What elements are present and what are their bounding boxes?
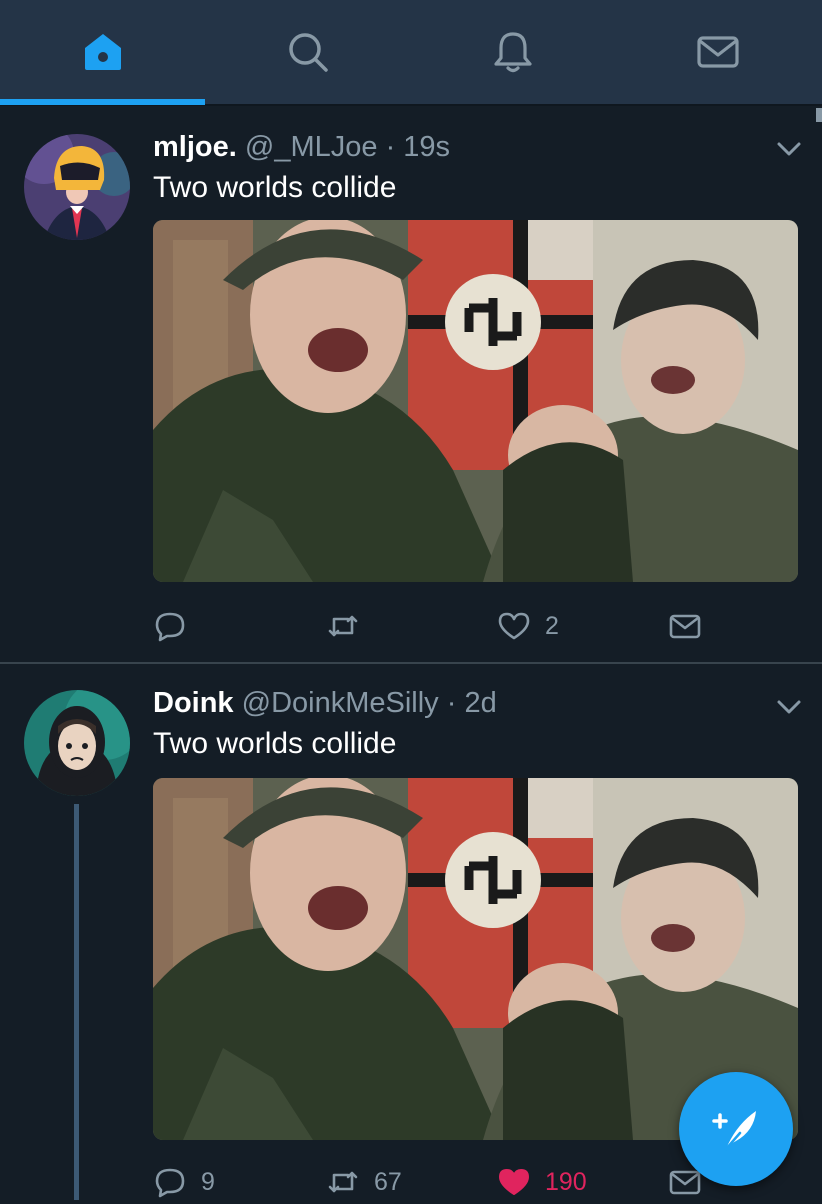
compose-tweet-icon — [712, 1111, 756, 1151]
mail-icon — [696, 36, 739, 68]
reply-icon — [155, 612, 185, 642]
home-icon — [84, 34, 121, 70]
like-count: 190 — [545, 1167, 587, 1196]
tweet-text: Two worlds collide — [153, 727, 397, 760]
top-nav-bar — [0, 0, 822, 106]
tab-home[interactable] — [0, 0, 205, 104]
separator: · — [446, 687, 457, 719]
timestamp[interactable]: 2d — [464, 687, 496, 719]
reply-icon — [155, 1168, 185, 1198]
bell-icon — [493, 32, 532, 73]
timestamp[interactable]: 19s — [403, 131, 450, 163]
heart-icon — [498, 612, 530, 640]
display-name[interactable]: mljoe. — [153, 131, 237, 163]
retweet-button[interactable]: 67 — [326, 1160, 402, 1204]
reply-button[interactable]: 9 — [153, 1160, 215, 1204]
retweet-count: 67 — [374, 1167, 402, 1196]
tweet-header: mljoe. @_MLJoe · 19s — [153, 130, 450, 164]
tweet-photo[interactable] — [153, 220, 798, 582]
tweet-header: Doink @DoinkMeSilly · 2d — [153, 686, 497, 720]
like-count: 2 — [545, 611, 559, 640]
mail-icon — [669, 614, 701, 639]
handle[interactable]: @DoinkMeSilly — [242, 687, 439, 719]
direct-message-button[interactable] — [668, 604, 702, 648]
search-icon — [288, 33, 328, 72]
tab-notifications[interactable] — [410, 0, 615, 104]
compose-tweet-button[interactable] — [679, 1072, 793, 1186]
retweet-icon — [328, 1171, 358, 1193]
chevron-down-icon[interactable] — [776, 698, 802, 716]
heart-icon — [499, 1169, 529, 1195]
like-button[interactable]: 2 — [497, 604, 559, 648]
reply-button[interactable] — [153, 604, 201, 648]
separator: · — [385, 131, 396, 163]
handle[interactable]: @_MLJoe — [245, 131, 378, 163]
active-tab-indicator — [0, 99, 205, 105]
tweet-text: Two worlds collide — [153, 171, 397, 204]
like-button[interactable]: 190 — [497, 1160, 587, 1204]
retweet-button[interactable] — [326, 604, 374, 648]
tab-search[interactable] — [205, 0, 410, 104]
avatar[interactable] — [24, 690, 130, 796]
avatar[interactable] — [24, 134, 130, 240]
retweet-icon — [328, 615, 358, 637]
reply-count: 9 — [201, 1167, 215, 1196]
tab-messages[interactable] — [615, 0, 820, 104]
chevron-down-icon[interactable] — [776, 140, 802, 158]
tweet-actions: 9 67 190 — [153, 1160, 753, 1204]
tweet[interactable]: mljoe. @_MLJoe · 19s Two worlds collide … — [0, 110, 822, 662]
thread-line — [74, 804, 79, 1200]
tweet-actions: 2 — [153, 604, 753, 648]
display-name[interactable]: Doink — [153, 687, 234, 719]
